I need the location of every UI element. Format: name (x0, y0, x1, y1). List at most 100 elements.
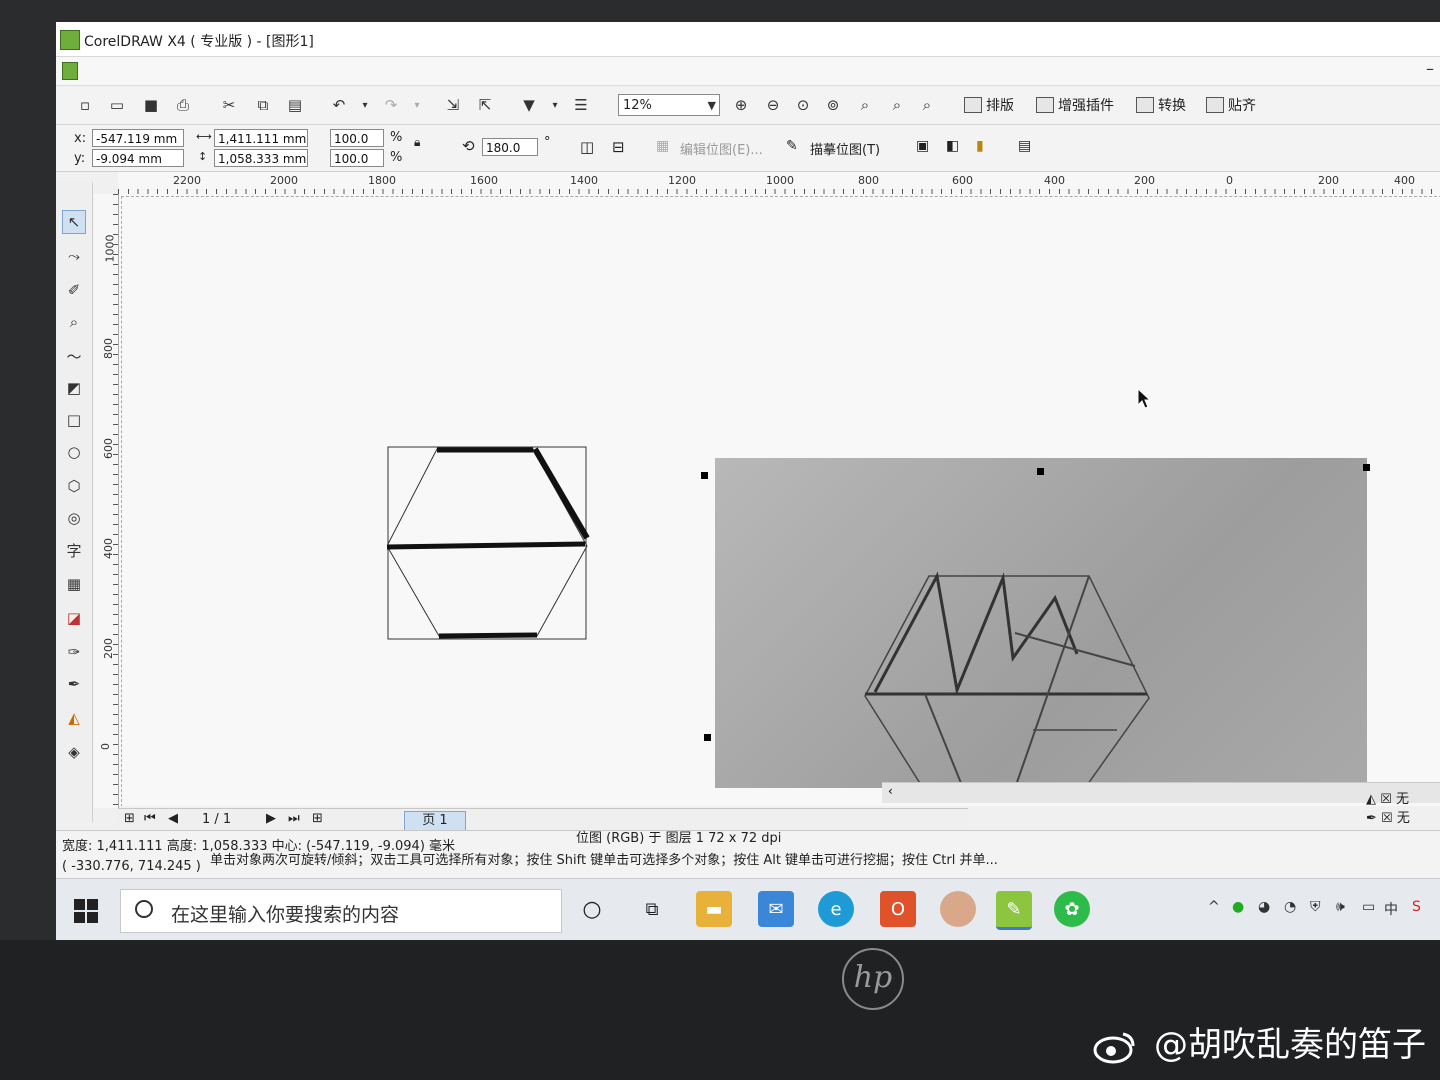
outline-pen-icon[interactable]: ✒ (62, 672, 86, 696)
scroll-left-icon[interactable]: ‹ (888, 784, 893, 798)
next-page-icon[interactable]: ▶ (266, 811, 276, 826)
plugins-button[interactable]: 增强插件 (1036, 95, 1114, 115)
scale-y-field[interactable]: 100.0 (330, 149, 384, 167)
battery-icon[interactable]: ▭ (1362, 899, 1375, 915)
wifi-icon[interactable]: ◔ (1284, 899, 1296, 915)
table-tool-icon[interactable]: ▦ (62, 572, 86, 596)
zoom-page-icon[interactable]: ⌕ (854, 94, 876, 116)
new-document-icon[interactable]: ▫ (74, 94, 96, 116)
zoom-all-objects-icon[interactable]: ⊚ (822, 94, 844, 116)
interactive-fill-icon[interactable]: ◈ (62, 740, 86, 764)
undo-icon[interactable]: ↶ (328, 94, 350, 116)
zoom-page-height-icon[interactable]: ⌕ (916, 94, 938, 116)
import-icon[interactable]: ⇲ (442, 94, 464, 116)
page-tab-1[interactable]: 页 1 (404, 811, 466, 831)
horizontal-ruler[interactable]: 2200 2000 1800 1600 1400 1200 1000 800 6… (118, 172, 1440, 195)
last-page-icon[interactable]: ⏭ (288, 811, 300, 826)
cut-icon[interactable]: ✂ (218, 94, 240, 116)
tray-expand-icon[interactable]: ^ (1208, 899, 1220, 915)
zoom-in-icon[interactable]: ⊕ (730, 94, 752, 116)
lock-ratio-icon[interactable]: 🔒︎ (414, 135, 420, 150)
input-method-indicator[interactable]: 中 (1384, 899, 1398, 919)
zoom-page-width-icon[interactable]: ⌕ (886, 94, 908, 116)
convert-button[interactable]: 转换 (1136, 95, 1186, 115)
fill-outline-indicator[interactable]: ◭ ☒ 无 ✒ ☒ 无 (1366, 788, 1410, 826)
snap-button[interactable]: 贴齐 (1206, 95, 1256, 115)
redo-icon[interactable]: ↷ (380, 94, 402, 116)
layout-button[interactable]: 排版 (964, 95, 1014, 115)
wechat-icon[interactable]: ✿ (1054, 891, 1090, 927)
shape-tool-icon[interactable]: ⤳ (62, 244, 86, 268)
welcome-screen-icon[interactable]: ☰ (570, 94, 592, 116)
zoom-selected-icon[interactable]: ⊙ (792, 94, 814, 116)
volume-icon[interactable]: 🕪︎ (1336, 899, 1345, 915)
minimize-icon[interactable]: – (1426, 59, 1434, 78)
text-tool-icon[interactable]: 字 (62, 538, 86, 562)
trace-bitmap-button[interactable]: 描摹位图(T) (810, 139, 880, 158)
y-position-field[interactable]: -9.094 mm (92, 149, 184, 167)
zoom-out-icon[interactable]: ⊖ (762, 94, 784, 116)
hexagon-drawing[interactable] (387, 444, 597, 644)
cortana-icon[interactable]: ○ (574, 891, 610, 927)
mail-icon[interactable]: ✉ (758, 891, 794, 927)
windows-start-icon[interactable] (74, 899, 98, 923)
print-icon[interactable]: ⎙ (172, 94, 194, 116)
crop-bitmap-icon[interactable]: ▣ (916, 138, 929, 154)
previous-page-icon[interactable]: ◀ (168, 811, 178, 826)
pick-tool-icon[interactable]: ↖ (62, 210, 86, 234)
smudge-brush-icon[interactable]: ✐ (62, 278, 86, 302)
qq-icon[interactable]: ◕ (1258, 899, 1270, 915)
rotation-angle-field[interactable]: 180.0 (482, 138, 538, 156)
copy-icon[interactable]: ⧉ (252, 94, 274, 116)
first-page-icon[interactable]: ⏮ (144, 811, 156, 826)
taskbar-search-box[interactable]: 在这里输入你要搜索的内容 (120, 889, 562, 933)
redo-dropdown-icon[interactable]: ▾ (406, 94, 428, 116)
edge-browser-icon[interactable]: e (818, 891, 854, 927)
width-field[interactable]: 1,411.111 mm (214, 129, 308, 147)
mirror-horizontal-icon[interactable]: ◫ (580, 138, 594, 156)
ellipse-tool-icon[interactable]: ○ (62, 440, 86, 464)
office-icon[interactable]: O (880, 891, 916, 927)
drawing-canvas[interactable] (119, 194, 1440, 806)
smart-fill-icon[interactable]: ◩ (62, 376, 86, 400)
user-avatar-icon[interactable] (940, 891, 976, 927)
save-icon[interactable]: ■ (140, 94, 162, 116)
scale-x-field[interactable]: 100.0 (330, 129, 384, 147)
add-page-icon[interactable]: ⊞ (124, 811, 135, 826)
polygon-tool-icon[interactable]: ⬡ (62, 474, 86, 498)
basic-shapes-icon[interactable]: ◎ (62, 506, 86, 530)
selection-handle[interactable] (704, 734, 711, 741)
launcher-dropdown-icon[interactable]: ▾ (544, 94, 566, 116)
horizontal-scrollbar[interactable]: ‹ (882, 782, 1440, 803)
security-shield-icon[interactable]: ⛨ (1310, 899, 1321, 915)
interactive-blend-icon[interactable]: ◪ (62, 606, 86, 630)
task-view-icon[interactable]: ⧉ (634, 891, 670, 927)
sogou-ime-icon[interactable]: S (1412, 899, 1421, 915)
export-icon[interactable]: ⇱ (474, 94, 496, 116)
coreldraw-taskbar-icon[interactable]: ✎ (996, 891, 1032, 930)
add-page-end-icon[interactable]: ⊞ (312, 811, 323, 826)
mirror-vertical-icon[interactable]: ⊟ (612, 138, 625, 156)
freehand-tool-icon[interactable]: 〜 (62, 344, 86, 368)
height-field[interactable]: 1,058.333 mm (214, 149, 308, 167)
x-position-field[interactable]: -547.119 mm (92, 129, 184, 147)
bitmap-color-mask-icon[interactable]: ▮ (976, 138, 984, 154)
selection-handle[interactable] (1037, 468, 1044, 475)
selected-bitmap[interactable] (715, 458, 1367, 789)
selection-handle[interactable] (701, 472, 708, 479)
paste-icon[interactable]: ▤ (284, 94, 306, 116)
zoom-level-select[interactable]: 12% ▼ (618, 94, 720, 116)
edit-bitmap-button[interactable]: 编辑位图(E)... (680, 139, 763, 158)
zoom-tool-icon[interactable]: ⌕ (62, 310, 86, 334)
file-explorer-icon[interactable]: ▬ (696, 891, 732, 927)
rectangle-tool-icon[interactable]: □ (62, 408, 86, 432)
application-launcher-icon[interactable]: ▼ (518, 94, 540, 116)
document-icon[interactable] (62, 62, 78, 80)
resample-icon[interactable]: ◧ (946, 138, 959, 154)
selection-handle[interactable] (1363, 464, 1370, 471)
eyedropper-icon[interactable]: ✑ (62, 640, 86, 664)
open-folder-icon[interactable]: ▭ (106, 94, 128, 116)
undo-dropdown-icon[interactable]: ▾ (354, 94, 376, 116)
tray-app-icon[interactable]: ● (1232, 899, 1244, 915)
wrap-text-icon[interactable]: ▤ (1018, 138, 1031, 154)
